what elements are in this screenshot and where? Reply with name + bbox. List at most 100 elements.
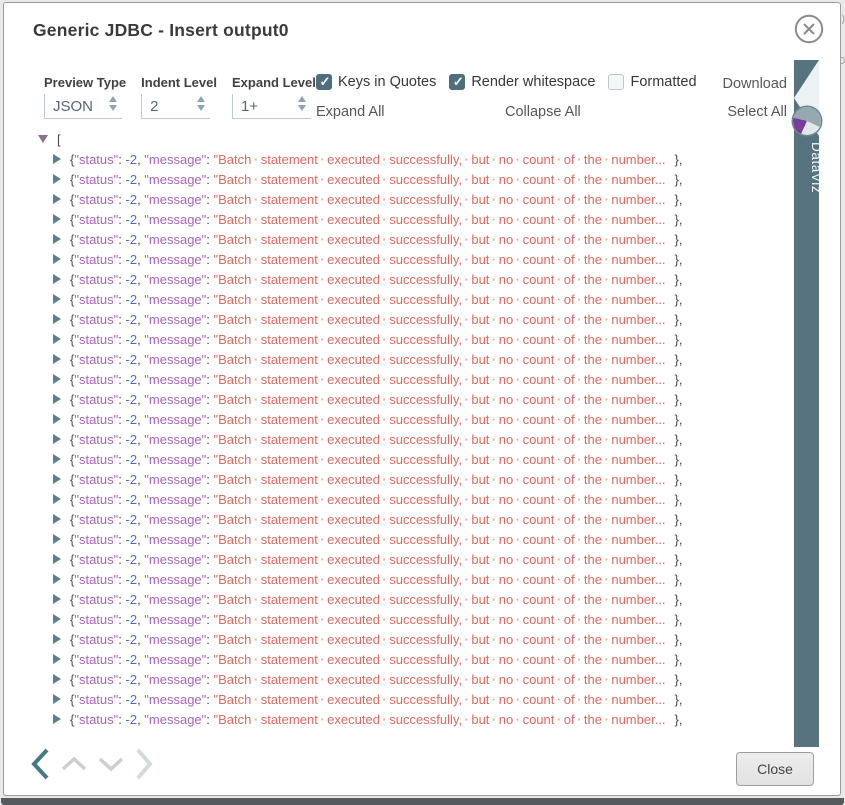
expand-triangle-icon[interactable]	[53, 334, 61, 344]
stepper-arrows-icon[interactable]	[298, 96, 306, 111]
expand-triangle-icon[interactable]	[53, 614, 61, 624]
expand-triangle-icon[interactable]	[53, 714, 61, 724]
arrow-up-icon[interactable]	[109, 96, 117, 102]
expand-triangle-icon[interactable]	[53, 454, 61, 464]
close-icon[interactable]	[794, 14, 824, 44]
expand-triangle-icon[interactable]	[53, 574, 61, 584]
json-key: "message"	[144, 592, 206, 607]
tree-row[interactable]: {"status": -2, "message": "Batch·stateme…	[38, 169, 683, 189]
close-button[interactable]: Close	[736, 752, 814, 786]
tree-row[interactable]: {"status": -2, "message": "Batch·stateme…	[38, 689, 683, 709]
tree-root-row[interactable]: [	[38, 129, 683, 149]
expand-triangle-icon[interactable]	[53, 174, 61, 184]
collapse-all-link[interactable]: Collapse All	[505, 104, 581, 120]
tree-row[interactable]: {"status": -2, "message": "Batch·stateme…	[38, 309, 683, 329]
stepper-arrows-icon[interactable]	[109, 96, 117, 111]
json-string: no	[499, 172, 513, 187]
checkbox-box-icon[interactable]	[449, 74, 465, 90]
tree-row[interactable]: {"status": -2, "message": "Batch·stateme…	[38, 629, 683, 649]
tree-row[interactable]: {"status": -2, "message": "Batch·stateme…	[38, 249, 683, 269]
arrow-down-icon[interactable]	[298, 105, 306, 111]
chevron-left-icon[interactable]	[29, 747, 51, 781]
arrow-up-icon[interactable]	[197, 96, 205, 102]
tree-row[interactable]: {"status": -2, "message": "Batch·stateme…	[38, 549, 683, 569]
expand-triangle-icon[interactable]	[53, 654, 61, 664]
expand-triangle-icon[interactable]	[53, 514, 61, 524]
tree-row[interactable]: {"status": -2, "message": "Batch·stateme…	[38, 509, 683, 529]
arrow-down-icon[interactable]	[197, 105, 205, 111]
collapse-triangle-icon[interactable]	[38, 135, 48, 143]
expand-triangle-icon[interactable]	[53, 274, 61, 284]
tree-row[interactable]: {"status": -2, "message": "Batch·stateme…	[38, 489, 683, 509]
preview-type-spinner[interactable]: JSON	[44, 94, 122, 119]
tree-row[interactable]: {"status": -2, "message": "Batch·stateme…	[38, 229, 683, 249]
download-link[interactable]: Download	[723, 76, 788, 92]
json-string: executed	[327, 592, 380, 607]
tree-row[interactable]: {"status": -2, "message": "Batch·stateme…	[38, 369, 683, 389]
keys-in-quotes-checkbox[interactable]: Keys in Quotes	[316, 74, 436, 90]
tree-row[interactable]: {"status": -2, "message": "Batch·stateme…	[38, 529, 683, 549]
tree-row[interactable]: {"status": -2, "message": "Batch·stateme…	[38, 649, 683, 669]
tree-row[interactable]: {"status": -2, "message": "Batch·stateme…	[38, 469, 683, 489]
expand-triangle-icon[interactable]	[53, 694, 61, 704]
whitespace-dot: ·	[251, 472, 260, 487]
tree-row[interactable]: {"status": -2, "message": "Batch·stateme…	[38, 349, 683, 369]
tree-row[interactable]: {"status": -2, "message": "Batch·stateme…	[38, 709, 683, 729]
expand-triangle-icon[interactable]	[53, 374, 61, 384]
expand-triangle-icon[interactable]	[53, 294, 61, 304]
indent-level-spinner[interactable]: 2	[141, 94, 210, 119]
expand-triangle-icon[interactable]	[53, 534, 61, 544]
tree-row[interactable]: {"status": -2, "message": "Batch·stateme…	[38, 409, 683, 429]
whitespace-dot: ·	[318, 412, 327, 427]
tree-row[interactable]: {"status": -2, "message": "Batch·stateme…	[38, 609, 683, 629]
json-string: statement	[261, 712, 318, 727]
tree-row[interactable]: {"status": -2, "message": "Batch·stateme…	[38, 449, 683, 469]
tree-row[interactable]: {"status": -2, "message": "Batch·stateme…	[38, 189, 683, 209]
checkbox-box-icon[interactable]	[608, 74, 624, 90]
expand-triangle-icon[interactable]	[53, 414, 61, 424]
checkbox-box-icon[interactable]	[316, 74, 332, 90]
tree-row[interactable]: {"status": -2, "message": "Batch·stateme…	[38, 209, 683, 229]
tree-row[interactable]: {"status": -2, "message": "Batch·stateme…	[38, 589, 683, 609]
dataviz-tab[interactable]: DataViz	[794, 60, 819, 747]
expand-all-link[interactable]: Expand All	[316, 104, 385, 120]
json-string: "Batch	[214, 232, 252, 247]
chevron-right-icon[interactable]	[134, 747, 154, 781]
tree-row[interactable]: {"status": -2, "message": "Batch·stateme…	[38, 269, 683, 289]
tree-row[interactable]: {"status": -2, "message": "Batch·stateme…	[38, 289, 683, 309]
expand-triangle-icon[interactable]	[53, 554, 61, 564]
json-punctuation: :	[206, 272, 213, 287]
expand-triangle-icon[interactable]	[53, 674, 61, 684]
expand-triangle-icon[interactable]	[53, 634, 61, 644]
whitespace-dot: ·	[251, 232, 260, 247]
expand-triangle-icon[interactable]	[53, 594, 61, 604]
expand-triangle-icon[interactable]	[53, 214, 61, 224]
expand-triangle-icon[interactable]	[53, 494, 61, 504]
expand-triangle-icon[interactable]	[53, 434, 61, 444]
render-whitespace-checkbox[interactable]: Render whitespace	[449, 74, 595, 90]
select-all-link[interactable]: Select All	[727, 104, 787, 120]
tree-row[interactable]: {"status": -2, "message": "Batch·stateme…	[38, 149, 683, 169]
expand-triangle-icon[interactable]	[53, 314, 61, 324]
expand-triangle-icon[interactable]	[53, 234, 61, 244]
whitespace-dot: ·	[489, 512, 498, 527]
arrow-up-icon[interactable]	[298, 96, 306, 102]
stepper-arrows-icon[interactable]	[197, 96, 205, 111]
tree-row[interactable]: {"status": -2, "message": "Batch·stateme…	[38, 569, 683, 589]
tree-row[interactable]: {"status": -2, "message": "Batch·stateme…	[38, 429, 683, 449]
chevron-up-icon[interactable]	[60, 755, 88, 773]
chevron-down-icon[interactable]	[97, 755, 125, 773]
expand-triangle-icon[interactable]	[53, 154, 61, 164]
tree-row[interactable]: {"status": -2, "message": "Batch·stateme…	[38, 389, 683, 409]
tree-row[interactable]: {"status": -2, "message": "Batch·stateme…	[38, 669, 683, 689]
expand-triangle-icon[interactable]	[53, 194, 61, 204]
expand-triangle-icon[interactable]	[53, 394, 61, 404]
arrow-down-icon[interactable]	[109, 105, 117, 111]
expand-triangle-icon[interactable]	[53, 354, 61, 364]
tree-row[interactable]: {"status": -2, "message": "Batch·stateme…	[38, 329, 683, 349]
expand-triangle-icon[interactable]	[53, 254, 61, 264]
expand-level-spinner[interactable]: 1+	[232, 94, 311, 119]
formatted-checkbox[interactable]: Formatted	[608, 74, 696, 90]
expand-triangle-icon[interactable]	[53, 474, 61, 484]
preview-type-value: JSON	[53, 98, 93, 115]
